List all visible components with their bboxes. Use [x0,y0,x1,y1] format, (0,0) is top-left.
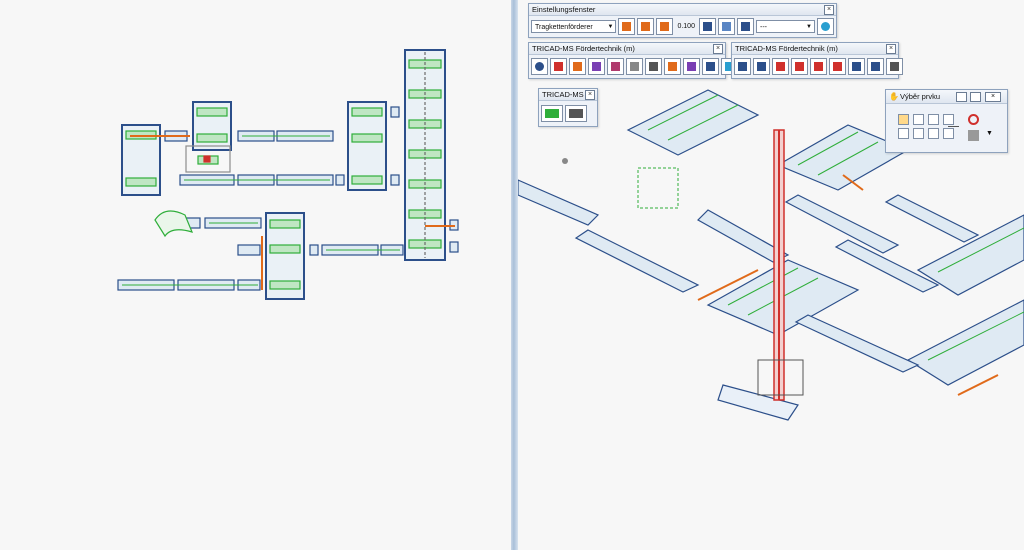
add-select-icon[interactable] [913,128,924,139]
select-pointer-icon[interactable] [898,114,909,125]
frame-icon[interactable] [607,58,624,75]
book-icon[interactable] [734,58,751,75]
layer-stack-icon[interactable] [698,18,716,35]
iso-conveyor-l [794,314,920,373]
layer-dropdown[interactable]: --- ▼ [755,20,815,33]
chain-icon[interactable] [569,58,586,75]
select-element-panel[interactable]: Výběr prvku ✋ × ▼ [885,89,1008,153]
chevron-down-icon: ▼ [607,24,614,30]
curve-icon[interactable] [683,58,700,75]
calculate-icon[interactable] [702,58,719,75]
remove-select-icon[interactable] [928,128,939,139]
iso-view-3d[interactable] [518,0,1024,550]
iso-drawing [518,89,1024,421]
layout-icon[interactable] [541,105,563,122]
iso-conveyor-e [906,299,1024,386]
close-icon[interactable]: × [886,44,896,54]
hand-icon: ✋ [889,92,899,101]
layer-toggle-icon[interactable] [717,18,735,35]
curve-conveyor [154,210,194,238]
route-icon[interactable] [664,58,681,75]
close-icon[interactable]: × [985,92,1001,102]
view-splitter[interactable] [511,0,518,550]
conveyor-orange-3-icon[interactable] [656,18,674,35]
xml-icon[interactable] [791,58,808,75]
type-dropdown[interactable]: Tragkettenförderer ▼ [531,20,617,33]
close-icon[interactable]: × [824,5,834,15]
vertical-conveyor-tall [404,49,446,261]
selection-tools [898,114,955,139]
iso-conveyor-k [574,229,700,293]
truck-icon[interactable] [565,105,587,122]
connect-icon[interactable] [829,58,846,75]
rectangle-select-icon[interactable] [913,114,924,125]
settings-toolbar-title: Einstellungsfenster [529,4,836,16]
export-icon[interactable] [753,58,770,75]
tricad-toolbar-1[interactable]: TRICAD-MS Fördertechnik (m) × [528,42,757,79]
chevron-down-icon: ▼ [806,24,812,30]
tricad-toolbar-2[interactable]: TRICAD-MS Fördertechnik (m) × [731,42,903,79]
tricad-toolbar-small[interactable]: TRICAD-MS ... × [538,88,598,127]
layer-dropdown-value: --- [759,24,767,31]
shape-select-icon[interactable] [928,114,939,125]
refresh-icon[interactable] [817,18,834,35]
vertical-conveyor-mid [192,101,232,151]
plan-view-2d[interactable] [0,0,511,550]
invert-select-icon[interactable] [943,128,954,139]
iso-conveyor-j [884,194,980,243]
pdf-icon[interactable] [772,58,789,75]
iso-conveyor-f [518,179,600,226]
iso-conveyor-a [626,89,760,156]
tricad-toolbar-2-title: TRICAD-MS Fördertechnik (m) [732,43,898,55]
maximize-icon[interactable] [970,92,981,102]
conveyor-edit-icon[interactable] [550,58,567,75]
conveyor-orange-icon[interactable] [618,18,636,35]
pointer-mode-icon[interactable] [968,130,979,141]
layer-link-icon[interactable] [736,18,754,35]
text-icon[interactable] [626,58,643,75]
conveyor-color-icon[interactable] [588,58,605,75]
no-select-icon[interactable] [968,114,979,125]
close-icon[interactable]: × [713,44,723,54]
vertical-conveyor-bottom [265,212,305,300]
tricad-toolbar-1-title: TRICAD-MS Fördertechnik (m) [529,43,725,55]
settings-grid-icon[interactable] [886,58,903,75]
link-icon[interactable] [848,58,865,75]
columns-icon[interactable] [810,58,827,75]
options-dropdown-icon[interactable]: ▼ [986,130,993,137]
info-icon[interactable] [531,58,548,75]
minimize-icon[interactable] [956,92,967,102]
info-square-icon[interactable] [867,58,884,75]
vertical-conveyor-right [347,101,387,191]
settings-toolbar[interactable]: Einstellungsfenster × Tragkettenförderer… [528,3,837,38]
select-all-icon[interactable] [898,128,909,139]
conveyor-orange-2-icon[interactable] [637,18,655,35]
type-dropdown-value: Tragkettenförderer [535,24,593,31]
cursor-point [562,158,568,164]
plan-drawing [117,49,459,300]
attribute-text-icon[interactable] [645,58,662,75]
close-icon[interactable]: × [585,90,595,100]
numeric-value[interactable]: 0.100 [675,23,697,30]
line-select-icon[interactable] [948,115,959,127]
